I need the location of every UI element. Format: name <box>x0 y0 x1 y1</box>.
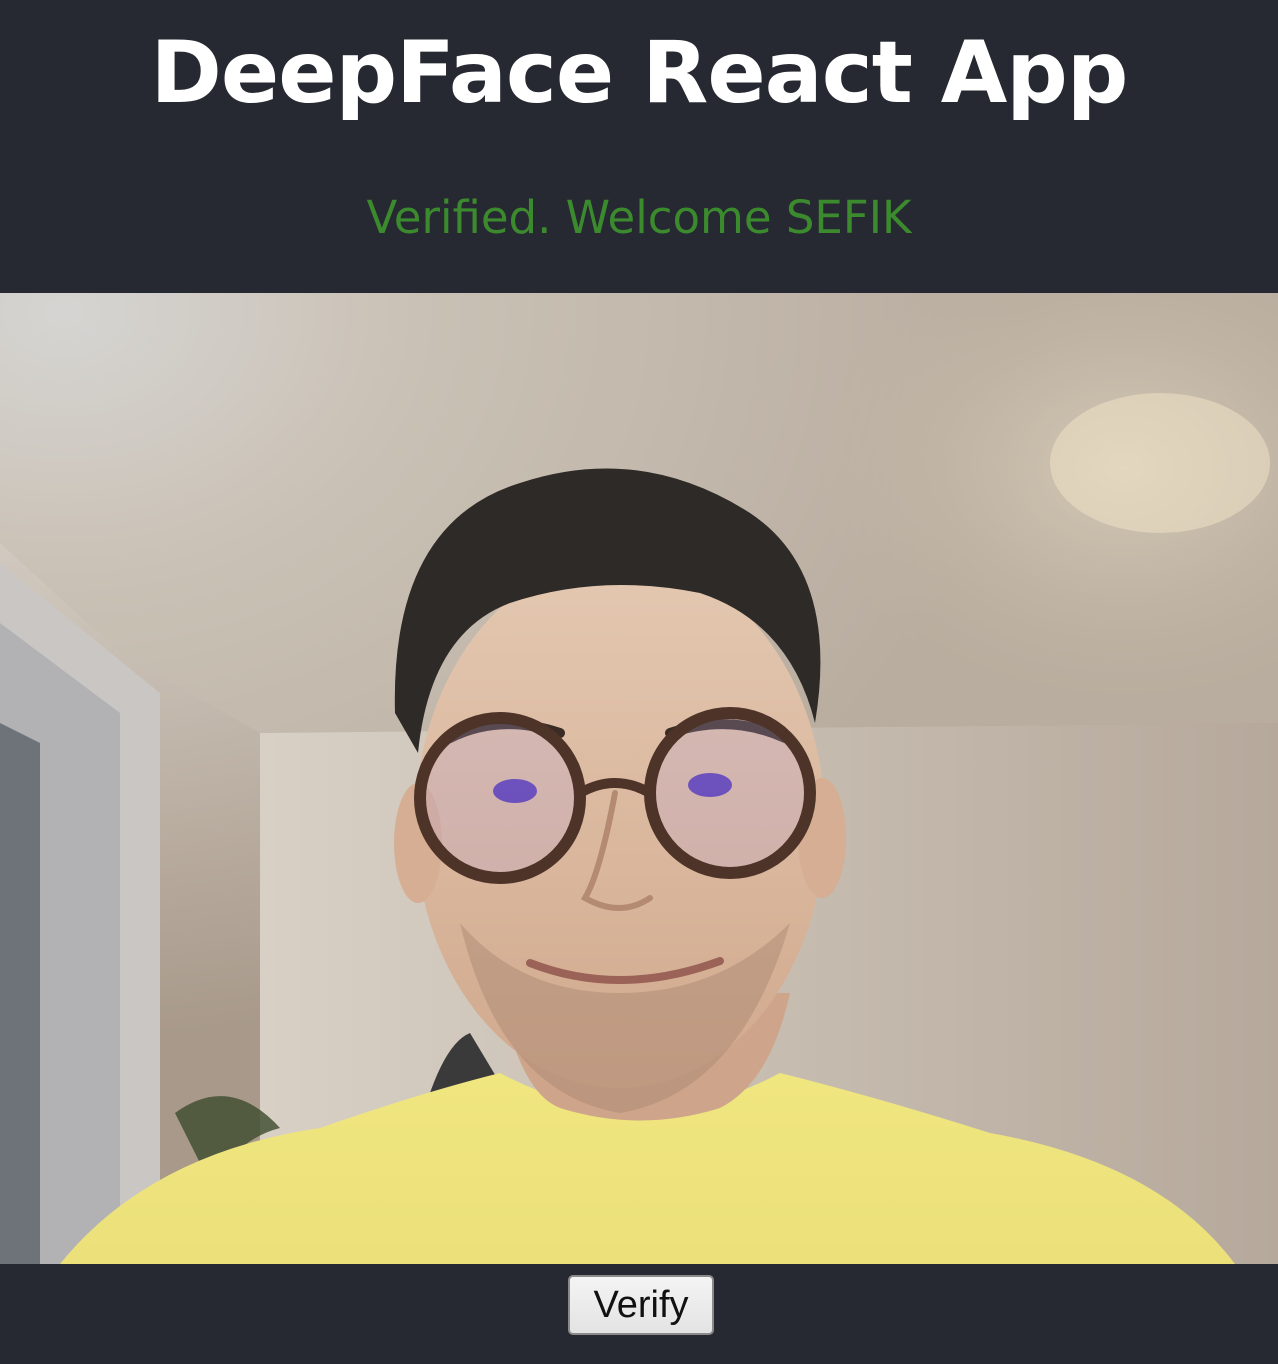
app-container: DeepFace React App Verified. Welcome SEF… <box>0 0 1278 1364</box>
app-title: DeepFace React App <box>150 23 1129 123</box>
verify-button[interactable]: Verify <box>568 1275 714 1335</box>
webcam-feed <box>0 293 1278 1264</box>
verification-status: Verified. Welcome SEFIK <box>366 191 912 244</box>
webcam-image <box>0 293 1278 1264</box>
